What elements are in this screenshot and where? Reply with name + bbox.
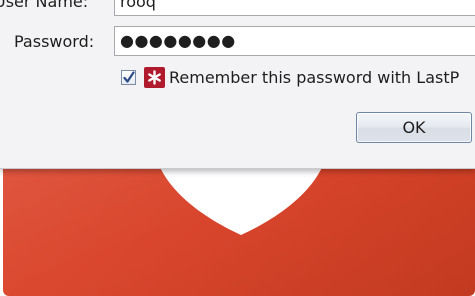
background-banner xyxy=(3,150,475,296)
checkmark-icon xyxy=(123,70,135,83)
login-dialog: User Name: rooq Password: ●●●●●●●● Remem… xyxy=(0,0,475,169)
lastpass-asterisk-icon xyxy=(144,66,165,88)
screen: User Name: rooq Password: ●●●●●●●● Remem… xyxy=(0,0,475,296)
ok-button[interactable]: OK xyxy=(356,112,472,143)
password-field[interactable]: ●●●●●●●● xyxy=(114,26,475,56)
password-label: Password: xyxy=(14,32,95,51)
remember-password-option[interactable]: Remember this password with LastP xyxy=(121,65,459,89)
remember-checkbox[interactable] xyxy=(121,69,136,85)
remember-password-label: Remember this password with LastP xyxy=(169,67,460,87)
username-label: User Name: xyxy=(0,0,89,11)
username-field[interactable]: rooq xyxy=(114,0,475,16)
